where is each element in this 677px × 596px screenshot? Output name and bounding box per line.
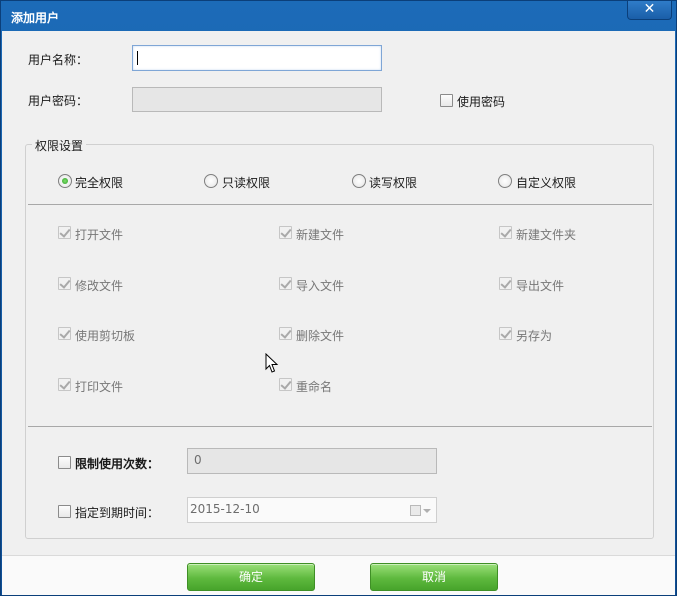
use-password-label: 使用密码 <box>457 95 506 109</box>
username-label: 用户名称： <box>28 53 89 67</box>
chevron-down-icon[interactable] <box>423 509 431 513</box>
perm-open-file-checkbox[interactable] <box>58 226 71 239</box>
perm-modify-file-checkbox[interactable] <box>58 277 71 290</box>
use-count-input[interactable]: 0 <box>187 448 437 474</box>
radio-readonly-permission-label: 只读权限 <box>222 176 271 190</box>
perm-delete-file-checkbox[interactable] <box>279 327 292 340</box>
perm-delete-file-label: 删除文件 <box>296 329 345 343</box>
close-button[interactable]: ✕ <box>627 1 672 20</box>
dialog-footer: 确定 取消 <box>2 555 675 595</box>
perm-save-as-checkbox[interactable] <box>499 327 512 340</box>
radio-full-permission[interactable] <box>58 174 72 188</box>
perm-clipboard-checkbox[interactable] <box>58 327 71 340</box>
radio-readwrite-permission-label: 读写权限 <box>369 176 418 190</box>
expire-date-picker[interactable]: 2015-12-10 <box>187 497 437 523</box>
perm-rename-checkbox[interactable] <box>279 378 292 391</box>
limit-use-count-label: 限制使用次数： <box>75 457 160 471</box>
mouse-cursor-icon <box>265 353 279 373</box>
perm-print-file-checkbox[interactable] <box>58 378 71 391</box>
password-label: 用户密码： <box>28 94 89 108</box>
perm-import-file-label: 导入文件 <box>296 279 345 293</box>
confirm-button[interactable]: 确定 <box>187 563 315 591</box>
perm-new-folder-checkbox[interactable] <box>499 226 512 239</box>
expire-date-value: 2015-12-10 <box>190 502 260 516</box>
close-icon: ✕ <box>643 1 656 17</box>
perm-export-file-checkbox[interactable] <box>499 277 512 290</box>
perm-import-file-checkbox[interactable] <box>279 277 292 290</box>
title-bar[interactable]: 添加用户 ✕ <box>1 1 676 31</box>
expire-time-checkbox[interactable] <box>58 505 71 518</box>
perm-new-file-label: 新建文件 <box>296 228 345 242</box>
permissions-divider-top <box>28 204 652 205</box>
perm-print-file-label: 打印文件 <box>75 380 124 394</box>
username-input[interactable] <box>132 45 382 71</box>
password-input[interactable] <box>132 87 382 112</box>
calendar-icon[interactable] <box>410 505 421 516</box>
limit-use-count-checkbox[interactable] <box>58 456 71 469</box>
radio-readonly-permission[interactable] <box>204 174 218 188</box>
use-password-checkbox[interactable] <box>440 94 453 107</box>
radio-readwrite-permission[interactable] <box>352 174 366 188</box>
perm-rename-label: 重命名 <box>296 380 333 394</box>
radio-custom-permission-label: 自定义权限 <box>516 176 577 190</box>
permissions-divider-bottom <box>28 426 652 427</box>
perm-export-file-label: 导出文件 <box>516 279 565 293</box>
cancel-button[interactable]: 取消 <box>370 563 498 591</box>
perm-new-file-checkbox[interactable] <box>279 226 292 239</box>
permissions-group-title: 权限设置 <box>32 137 87 154</box>
dialog-title: 添加用户 <box>11 11 60 25</box>
radio-custom-permission[interactable] <box>498 174 512 188</box>
use-count-value: 0 <box>194 453 202 467</box>
perm-modify-file-label: 修改文件 <box>75 279 124 293</box>
perm-save-as-label: 另存为 <box>516 329 553 343</box>
expire-time-label: 指定到期时间： <box>75 506 160 520</box>
perm-clipboard-label: 使用剪切板 <box>75 329 136 343</box>
dialog-body: 用户名称： 用户密码： 使用密码 权限设置 完全权限 只读权限 读写权限 自定义… <box>2 31 675 555</box>
add-user-dialog: 添加用户 ✕ 用户名称： 用户密码： 使用密码 权限设置 完全权限 只读权限 读… <box>0 0 677 596</box>
perm-new-folder-label: 新建文件夹 <box>516 228 577 242</box>
text-caret <box>137 51 138 65</box>
radio-full-permission-label: 完全权限 <box>75 176 124 190</box>
perm-open-file-label: 打开文件 <box>75 228 124 242</box>
